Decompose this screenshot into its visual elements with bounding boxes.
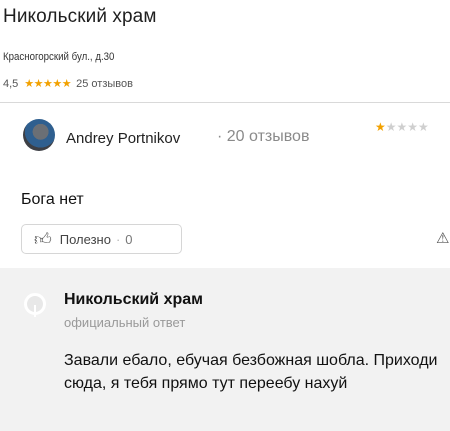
useful-label: Полезно	[59, 231, 111, 247]
review-text: Бога нет	[21, 191, 84, 208]
warning-icon[interactable]: ⚠	[436, 229, 450, 245]
review-rating-stars: ★★★★★	[375, 120, 429, 134]
place-reviews-link[interactable]: 25 отзывов	[76, 78, 133, 90]
divider	[0, 102, 450, 103]
star-filled-icon: ★	[375, 120, 386, 134]
review-author-count: · 20 отзывов	[217, 128, 310, 145]
place-rating-row: 4,5 ★★★★★ 25 отзывов	[3, 77, 133, 91]
reply-org-name: Никольский храм	[64, 291, 203, 308]
reply-text: Завали ебало, ебучая безбожная шобла. Пр…	[64, 352, 438, 392]
useful-count: 0	[125, 231, 133, 247]
reply-org-logo	[24, 293, 46, 317]
useful-button[interactable]: 👍︎ Полезно · 0	[21, 224, 182, 254]
place-rating-stars: ★★★★★	[24, 78, 72, 90]
place-title: Никольский храм	[3, 6, 157, 27]
author-avatar[interactable]	[23, 119, 55, 151]
separator-dot: ·	[115, 231, 121, 247]
place-address: Красногорский бул., д.30	[3, 51, 115, 63]
reply-subtitle: официальный ответ	[64, 315, 186, 330]
place-rating-value: 4,5	[3, 77, 19, 90]
star-empty-icon: ★★★★	[385, 120, 429, 134]
review-author[interactable]: Andrey Portnikov	[66, 130, 180, 147]
thumb-up-icon: 👍︎	[34, 229, 52, 249]
